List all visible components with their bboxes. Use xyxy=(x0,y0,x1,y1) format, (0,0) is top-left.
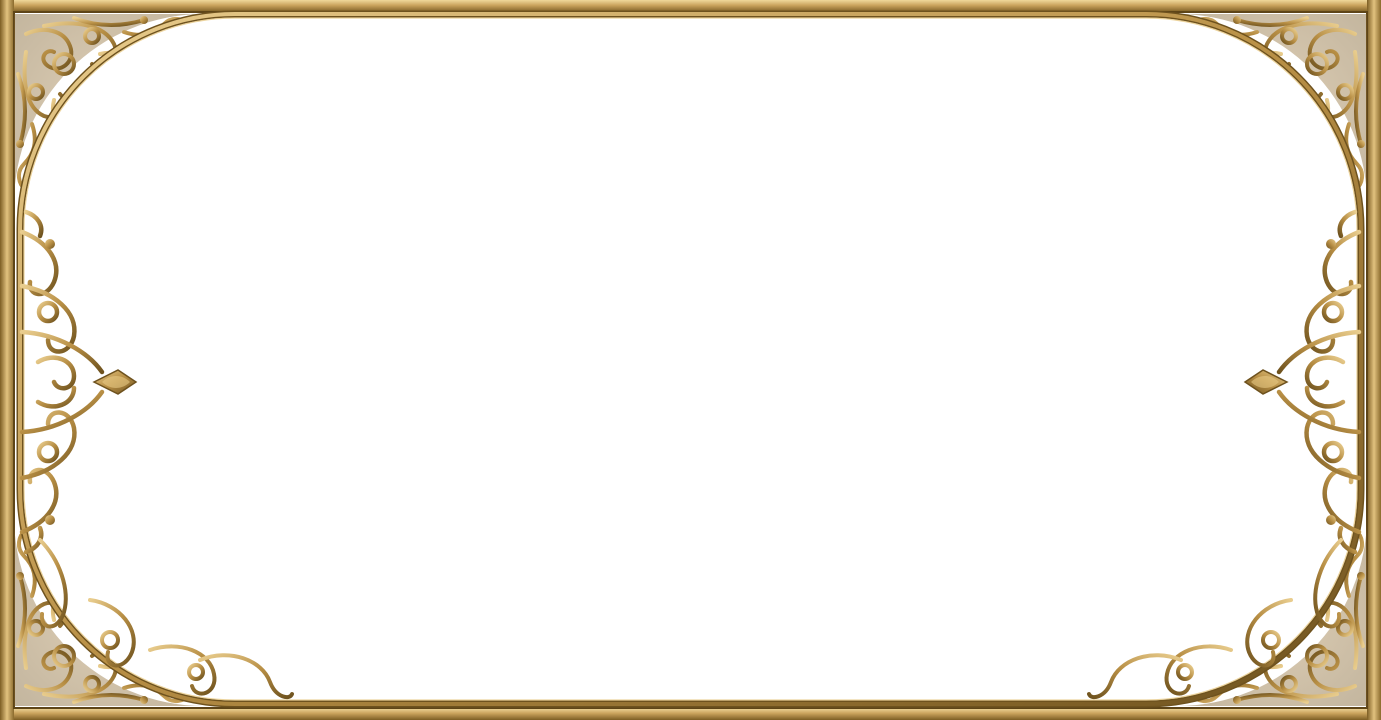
ornate-frame-canvas xyxy=(0,0,1381,720)
gold-frame-graphic xyxy=(0,0,1381,720)
